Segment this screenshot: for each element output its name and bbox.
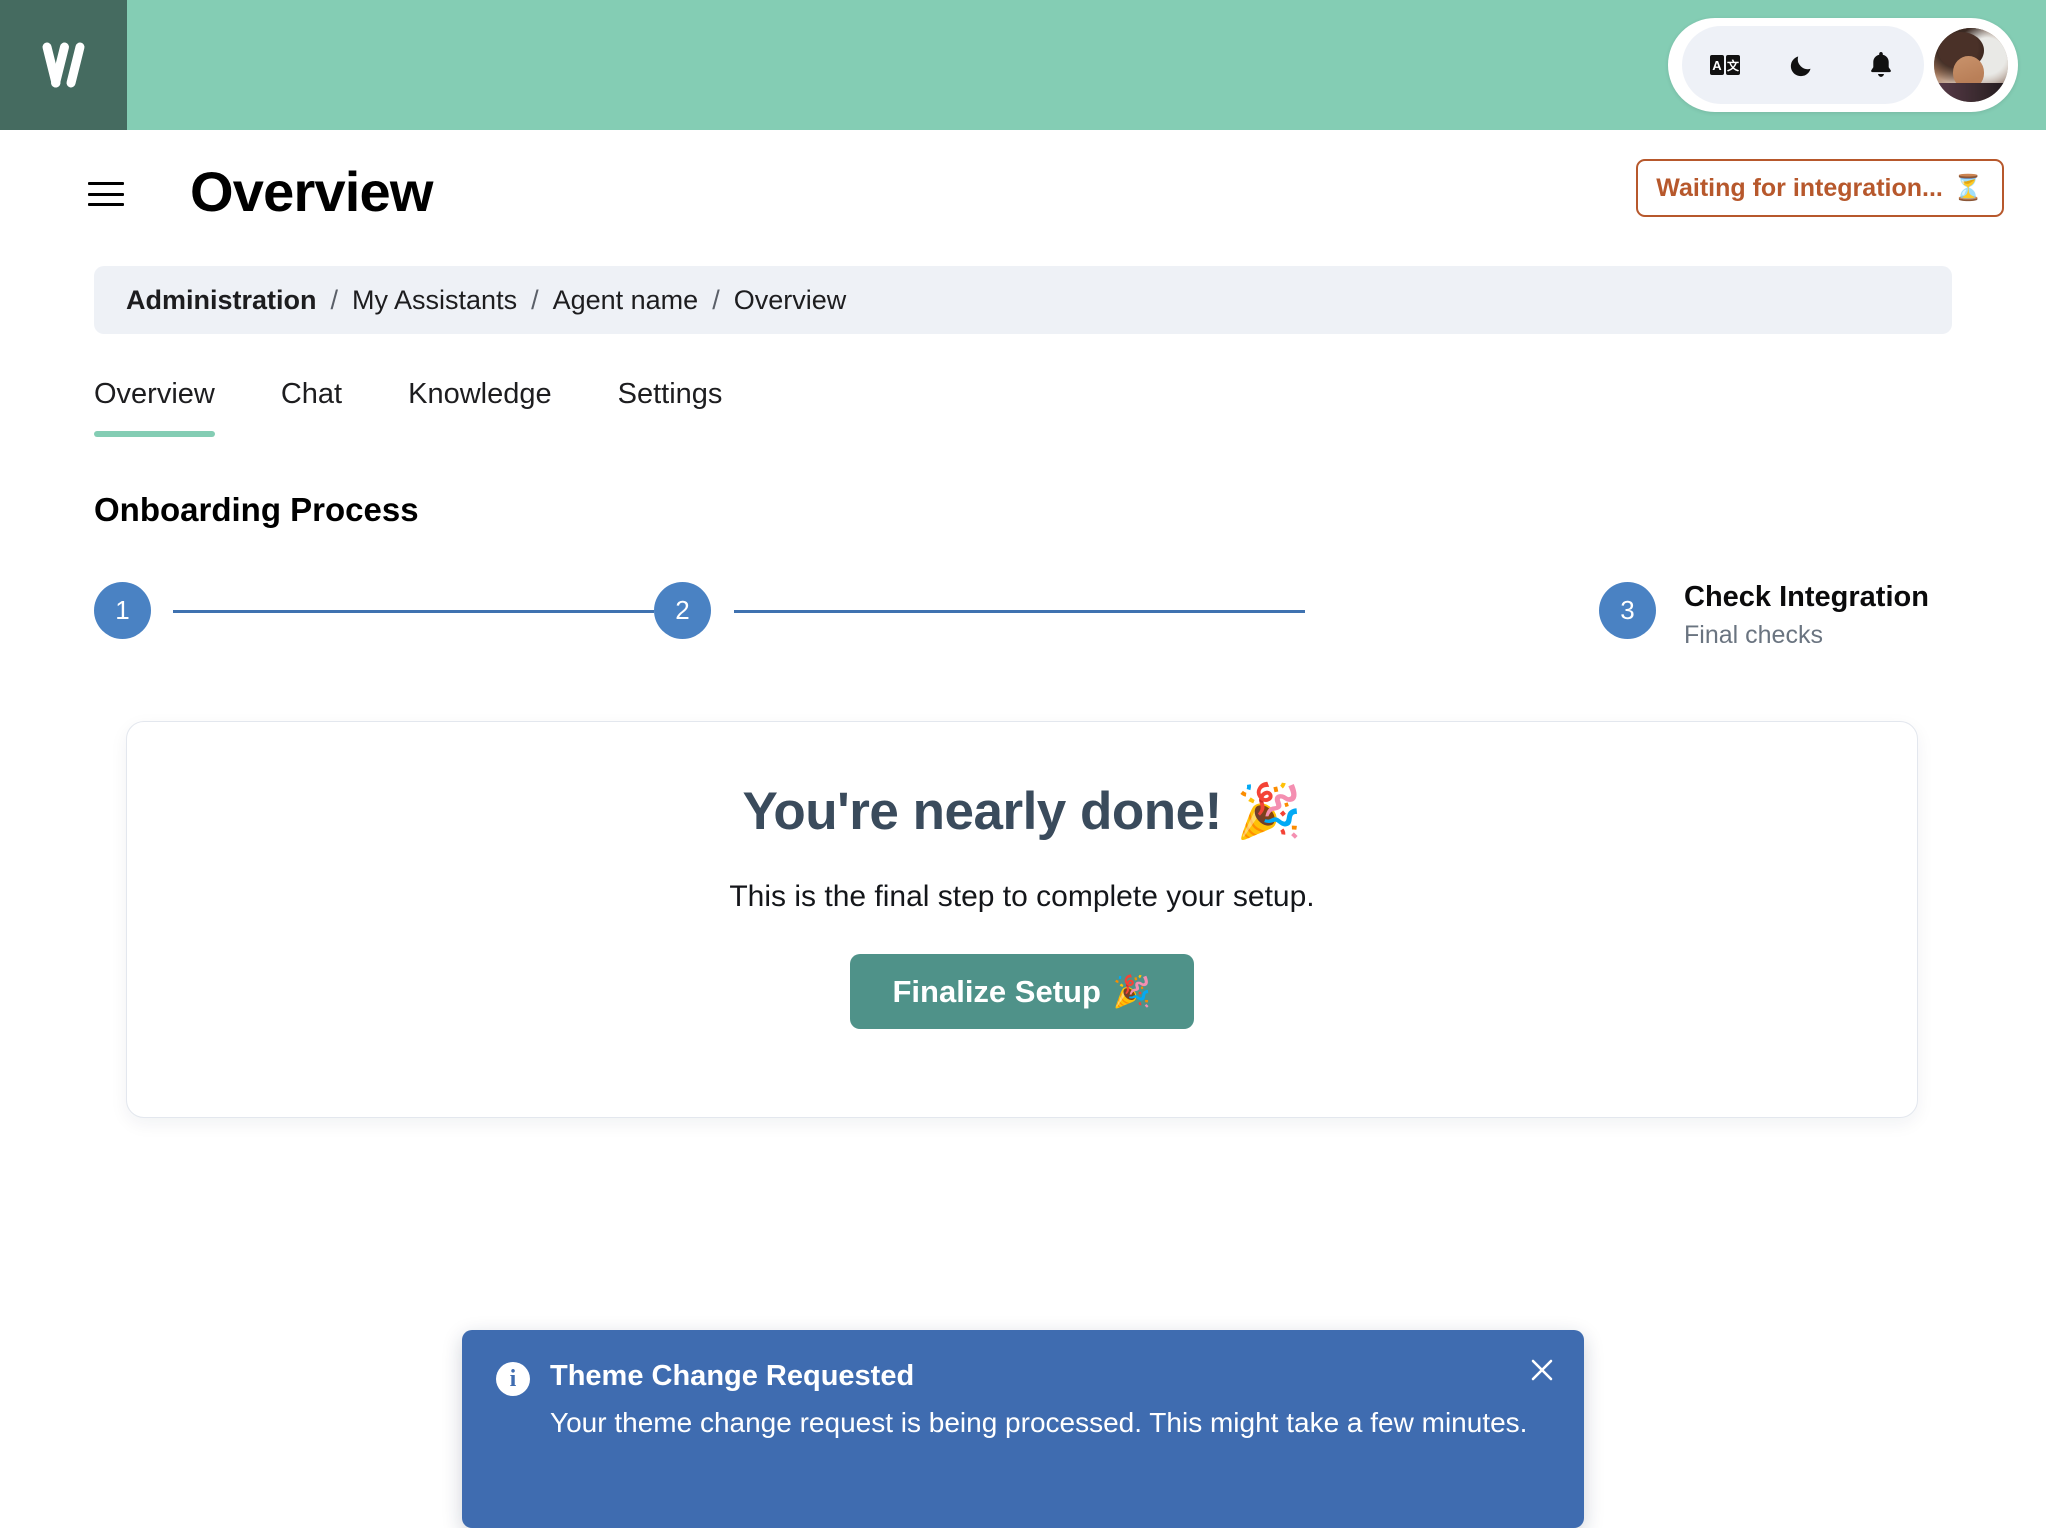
top-header-bar: A 文	[0, 0, 2046, 130]
card-subtitle: This is the final step to complete your …	[729, 879, 1315, 913]
status-badge[interactable]: Waiting for integration... ⏳	[1636, 159, 2004, 217]
toast-content-row: i Theme Change Requested Your theme chan…	[496, 1358, 1550, 1442]
finalize-setup-button-label: Finalize Setup	[892, 973, 1101, 1009]
breadcrumb-item-agent-name[interactable]: Agent name	[553, 285, 699, 316]
tab-knowledge[interactable]: Knowledge	[408, 378, 588, 437]
status-badge-label: Waiting for integration...	[1656, 173, 1943, 202]
close-icon[interactable]	[1522, 1350, 1562, 1390]
app-logo[interactable]	[0, 0, 127, 130]
onboarding-heading: Onboarding Process	[94, 491, 419, 528]
svg-text:文: 文	[1727, 58, 1740, 73]
hamburger-bar-3	[88, 203, 124, 206]
tab-chat[interactable]: Chat	[281, 378, 378, 437]
breadcrumb-item-administration[interactable]: Administration	[126, 285, 317, 316]
user-avatar[interactable]	[1934, 28, 2008, 102]
card-title: You're nearly done! 🎉	[742, 782, 1302, 841]
tab-settings[interactable]: Settings	[618, 378, 759, 437]
avatar-clothing	[1934, 82, 2008, 102]
final-step-card: You're nearly done! 🎉 This is the final …	[126, 721, 1918, 1118]
breadcrumb-separator-2: /	[531, 284, 539, 315]
page-title: Overview	[190, 160, 433, 223]
header-icon-group: A 文	[1682, 26, 1924, 104]
finalize-setup-button[interactable]: Finalize Setup 🎉	[850, 953, 1194, 1029]
hamburger-menu-icon[interactable]	[86, 178, 126, 210]
notifications-bell-icon[interactable]	[1864, 48, 1898, 82]
tab-bar: Overview Chat Knowledge Settings	[94, 378, 788, 437]
step-connector-1	[173, 610, 654, 613]
step-connector-2	[734, 610, 1305, 613]
step-2-circle[interactable]: 2	[654, 582, 711, 639]
hamburger-bar-1	[88, 182, 124, 185]
step-3-circle[interactable]: 3	[1599, 582, 1656, 639]
step-3-labels: Check Integration Final checks	[1684, 579, 1929, 652]
svg-text:A: A	[1712, 58, 1722, 73]
breadcrumb-separator-1: /	[330, 284, 339, 315]
dark-mode-moon-icon[interactable]	[1786, 48, 1820, 82]
step-1-circle[interactable]: 1	[94, 582, 151, 639]
party-popper-icon: 🎉	[1112, 973, 1152, 1009]
translate-icon[interactable]: A 文	[1708, 48, 1742, 82]
hourglass-icon: ⏳	[1952, 173, 1984, 202]
tab-overview[interactable]: Overview	[94, 378, 251, 437]
toast-notification: i Theme Change Requested Your theme chan…	[462, 1330, 1584, 1528]
hamburger-bar-2	[88, 192, 124, 196]
toast-body: Your theme change request is being proce…	[550, 1407, 1528, 1439]
breadcrumb: Administration / My Assistants / Agent n…	[94, 266, 1952, 334]
step-3-label: Check Integration	[1684, 581, 1929, 613]
step-3-sublabel: Final checks	[1684, 621, 1823, 650]
onboarding-stepper: 1 2 3 Check Integration Final checks	[94, 579, 1952, 672]
info-circle-icon: i	[496, 1362, 530, 1396]
toast-texts: Theme Change Requested Your theme change…	[550, 1358, 1550, 1442]
breadcrumb-separator-3: /	[712, 284, 720, 315]
breadcrumb-item-overview[interactable]: Overview	[734, 285, 847, 316]
breadcrumb-item-my-assistants[interactable]: My Assistants	[352, 285, 517, 316]
header-actions-pill: A 文	[1668, 18, 2018, 112]
toast-title: Theme Change Requested	[550, 1360, 915, 1392]
